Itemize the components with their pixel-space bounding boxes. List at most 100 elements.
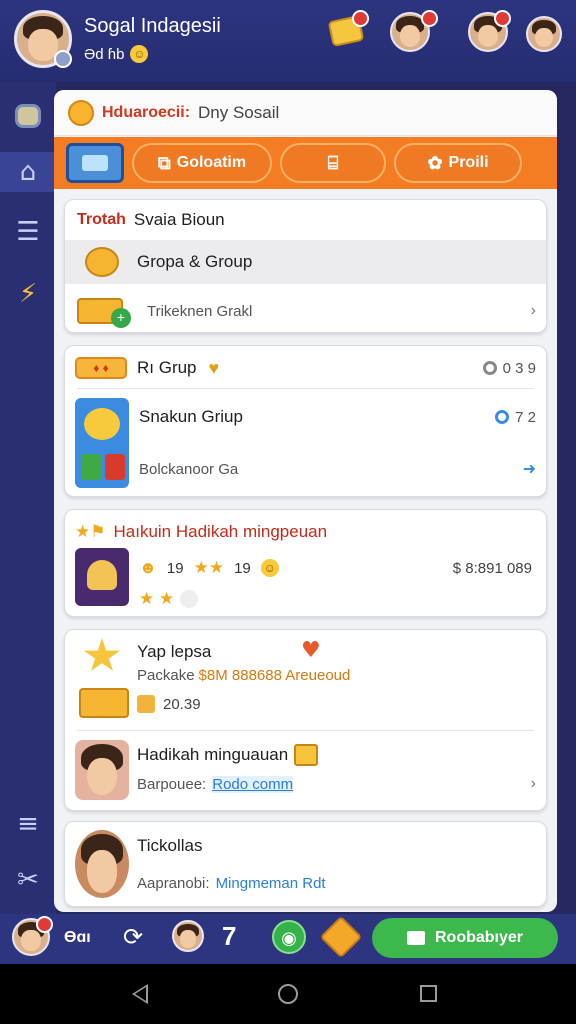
- chevron-right-icon: ›: [530, 775, 536, 792]
- list-item-label: Bolckanoor Ga: [139, 460, 239, 478]
- top-bar: Sogal Indagesii Əd ɦb ☺: [0, 0, 576, 82]
- tickollas-detail-blue: Mingmeman Rdt: [215, 874, 326, 892]
- chevron-right-icon: ➜: [522, 461, 536, 478]
- groups-card: ♦ ♦ Rı Grup ♥ 0 3 9 Snakun Griup 7 2 Bol…: [64, 345, 547, 497]
- tab-bag[interactable]: ⌸: [280, 143, 386, 183]
- package-price: 20.39: [163, 695, 201, 713]
- tab-bar: ⧉ Goloatim ⌸ ✿ Proili: [54, 137, 557, 189]
- tab-proili[interactable]: ✿ Proili: [394, 143, 522, 183]
- chat-icon: [15, 104, 41, 128]
- group-card: Trotah Svaia Bioun Gropa & Group + Trike…: [64, 199, 547, 333]
- list-item-label: Hadikah minguauan: [137, 745, 289, 764]
- user-stats: Əd ɦb ☺: [84, 45, 149, 63]
- verified-icon: [54, 50, 72, 68]
- tickollas-title-row: Tickollas: [65, 832, 546, 860]
- menu-icon: ☰: [16, 217, 40, 247]
- bottom-bar: Ɵɑı ⟳ 7 ◉ Roobabıyer: [0, 914, 576, 964]
- rewards-card[interactable]: ★ ⚑ Haıkuin Hadikah mingpeuan ☻ 19 ★★ 19…: [64, 509, 547, 617]
- tools-button[interactable]: ✂: [8, 860, 48, 900]
- rewards-card-title: Haıkuin Hadikah mingpeuan: [113, 522, 328, 541]
- tickollas-detail-row: Aapranobi: Mingmeman Rdt: [65, 870, 546, 896]
- user-stats-text: Əd ɦb: [84, 45, 125, 63]
- share-icon: ⟳: [122, 923, 144, 951]
- smiley-icon: ☻: [139, 558, 157, 577]
- package-title-row[interactable]: Yap lepsa: [65, 640, 546, 664]
- social-panel: Hduaroecii: Dny Sosail ⧉ Goloatim ⌸ ✿ Pr…: [54, 90, 557, 912]
- stat-b: 19: [234, 559, 251, 577]
- list-item-group[interactable]: Gropa & Group: [65, 240, 546, 284]
- coin-icon: [68, 99, 94, 126]
- list-item-bolckanoor[interactable]: Bolckanoor Ga ➜: [65, 454, 546, 484]
- home-button[interactable]: ⌂: [0, 152, 56, 192]
- star-icon: ★ ★: [139, 589, 175, 608]
- package-card: ♥ Yap lepsa Packake $8M 888688 Areueoud …: [64, 629, 547, 811]
- bottom-label: Ɵɑı: [64, 929, 91, 946]
- star-icon: ★★: [193, 558, 225, 577]
- shield-button[interactable]: ◉: [272, 920, 306, 954]
- package-title: Yap lepsa: [137, 642, 212, 661]
- member-count: 7 2: [495, 409, 536, 426]
- stat-a: 19: [166, 559, 184, 577]
- gem-button[interactable]: [319, 915, 363, 959]
- primary-action-button[interactable]: Roobabıyer: [372, 918, 558, 958]
- mail-button[interactable]: [327, 10, 369, 52]
- screen-icon: [82, 155, 108, 171]
- tickollas-card[interactable]: Tickollas Aapranobi: Mingmeman Rdt: [64, 821, 547, 907]
- gold-icon: +: [77, 298, 131, 328]
- panel-title-accent: Hduaroecii:: [102, 103, 191, 121]
- friend-avatar-bottom[interactable]: [172, 920, 204, 952]
- bottom-avatar-badge: [36, 916, 53, 933]
- list-item-tracker[interactable]: + Trikeknen Grakl ›: [65, 292, 546, 330]
- detail-label: Barpouee:: [137, 775, 207, 793]
- groups-card-header[interactable]: ♦ ♦ Rı Grup ♥ 0 3 9: [65, 352, 546, 384]
- online-icon: [495, 410, 510, 424]
- friend-avatar-3[interactable]: [526, 16, 562, 52]
- primary-action-label: Roobabıyer: [434, 929, 523, 946]
- level-indicator: 7: [222, 921, 237, 951]
- list-item-snakun[interactable]: Snakun Griup 7 2: [65, 402, 546, 432]
- empty-star-icon: [180, 590, 199, 608]
- package-subtitle-row: Packake $8M 888688 Areueoud: [65, 664, 546, 686]
- app-title: Sogal Indagesii: [84, 15, 221, 37]
- avatar-face: [477, 24, 499, 48]
- share-icon: ⧉: [157, 152, 171, 173]
- list-button[interactable]: ≡: [8, 804, 48, 844]
- crate-icon: [294, 744, 319, 766]
- member-count-value: 7 2: [515, 408, 536, 426]
- home-circle-icon[interactable]: [278, 984, 298, 1004]
- group-card-accent: Trotah: [77, 211, 126, 228]
- tab-goloatim[interactable]: ⧉ Goloatim: [132, 143, 272, 183]
- level-button[interactable]: ⚡: [8, 274, 48, 314]
- tab-home[interactable]: [66, 143, 124, 183]
- avatar-face: [535, 27, 553, 48]
- ring-icon: [482, 361, 497, 375]
- back-icon[interactable]: [132, 984, 148, 1004]
- medal-icon: [85, 247, 119, 277]
- bag-icon: ⌸: [327, 152, 339, 173]
- group-card-header: Trotah Svaia Bioun: [65, 208, 546, 232]
- mail-badge: [352, 10, 369, 27]
- share-button[interactable]: ⟳: [118, 922, 148, 952]
- groups-card-title: Rı Grup: [137, 358, 197, 377]
- groups-count-value: 0 3 9: [502, 359, 536, 377]
- bag-icon: [137, 695, 155, 713]
- tab-label: Goloatim: [176, 154, 247, 171]
- detail-link[interactable]: Rodo comm: [212, 775, 294, 793]
- chat-button[interactable]: [8, 96, 48, 136]
- rewards-card-header: ★ ⚑ Haıkuin Hadikah mingpeuan: [65, 518, 546, 546]
- menu-button[interactable]: ☰: [8, 212, 48, 252]
- list-item-hadikah[interactable]: Hadikah minguauan: [65, 742, 546, 768]
- add-icon: +: [111, 308, 131, 328]
- rewards-rating: ★ ★: [65, 588, 546, 610]
- list-item-detail[interactable]: Barpouee: Rodo comm ›: [65, 772, 546, 796]
- package-subtitle: Packake: [137, 666, 195, 684]
- avatar-face: [180, 930, 196, 948]
- tab-label: Proili: [448, 154, 489, 171]
- list-item-label: Snakun Griup: [139, 407, 243, 426]
- avatar-face: [28, 28, 58, 61]
- badge-icon: ♦ ♦: [75, 357, 127, 379]
- friend-badge-2: [494, 10, 511, 27]
- home-icon: ⌂: [19, 157, 37, 187]
- rewards-stats: ☻ 19 ★★ 19 ☺ $ 8:891 089: [65, 554, 546, 582]
- recent-apps-icon[interactable]: [420, 985, 437, 1002]
